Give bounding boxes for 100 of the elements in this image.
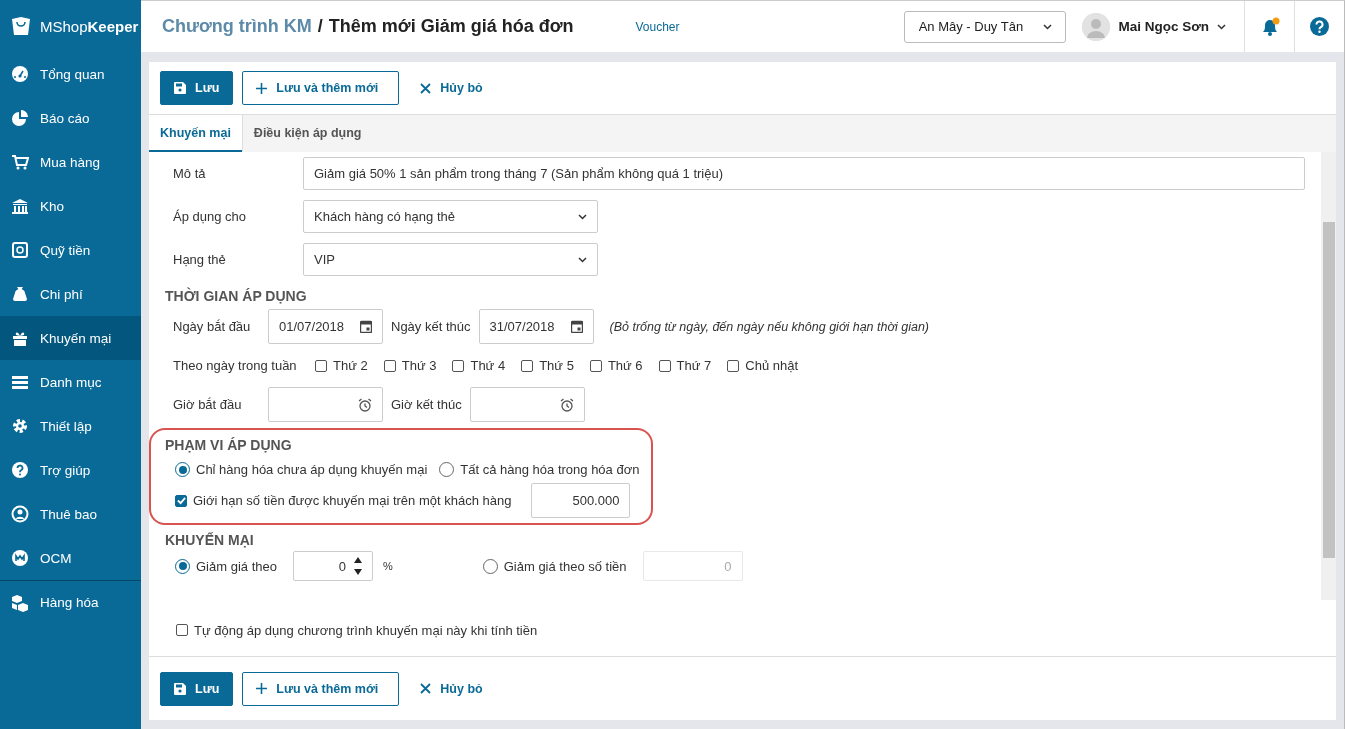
date-field[interactable]: 31/07/2018 xyxy=(478,309,594,344)
chevron-down-icon xyxy=(1217,23,1226,30)
chevron-down-icon xyxy=(578,256,587,263)
sidebar-item[interactable]: Thiết lập xyxy=(0,404,141,448)
field-label: Ngày bắt đầu xyxy=(172,319,252,334)
radio-label: Giảm giá theo số tiền xyxy=(503,558,627,574)
cancel-button[interactable]: Hủy bỏ xyxy=(408,671,495,706)
radio-label: Tất cả hàng hóa trong hóa đơn xyxy=(460,462,640,477)
list-icon xyxy=(11,373,29,391)
checkbox[interactable] xyxy=(315,359,327,372)
checkbox[interactable] xyxy=(727,359,740,372)
checkbox-label: Thứ 4 xyxy=(470,358,506,373)
sidebar-item[interactable]: Trợ giúp xyxy=(0,448,141,492)
chevron-down-icon xyxy=(1043,23,1053,30)
alarm-clock-icon xyxy=(358,397,372,412)
field-label: Giờ kết thúc xyxy=(390,397,463,412)
radio-button[interactable] xyxy=(439,462,455,477)
chevron-down-icon xyxy=(578,213,587,220)
checkbox-label: Giới hạn số tiền được khuyến mại trên một khách hàng xyxy=(193,493,512,508)
checkbox[interactable] xyxy=(383,359,396,372)
save-and-new-button[interactable]: Lưu và thêm mới xyxy=(242,71,400,105)
checkbox-label: Chủ nhật xyxy=(745,358,799,373)
field-label: Áp dụng cho xyxy=(172,209,247,224)
checkbox[interactable] xyxy=(176,624,188,636)
checkbox[interactable] xyxy=(521,359,534,372)
save-button[interactable]: Lưu xyxy=(160,671,234,706)
checkbox-label: Thứ 6 xyxy=(607,358,643,373)
amount-field[interactable]: 500.000 xyxy=(531,483,631,518)
save-and-new-button[interactable]: Lưu và thêm mới xyxy=(242,671,400,706)
date-field[interactable]: 01/07/2018 xyxy=(268,309,383,344)
field-label: Giờ bắt đầu xyxy=(172,397,243,412)
time-field[interactable] xyxy=(469,387,585,422)
cancel-button[interactable]: Hủy bỏ xyxy=(408,71,495,105)
save-icon xyxy=(174,682,186,695)
field-label: Hạng thẻ xyxy=(172,252,227,267)
time-field[interactable] xyxy=(268,387,383,422)
hint-text: (Bỏ trống từ ngày, đến ngày nếu không giới hạn thời gian) xyxy=(609,319,930,334)
checkbox-label: Thứ 3 xyxy=(401,358,437,373)
boxes-icon xyxy=(11,593,29,612)
radio-button[interactable] xyxy=(175,558,190,574)
sidebar-item[interactable]: Báo cáo xyxy=(0,96,141,140)
unit-label: % xyxy=(382,560,393,572)
checkbox-label: Thứ 5 xyxy=(539,358,574,373)
text-field[interactable]: Giảm giá 50% 1 sản phẩm trong tháng 7 (Sản phẩm không quá 1 triệu) xyxy=(303,157,1305,190)
checkbox[interactable] xyxy=(658,359,671,372)
bank-icon xyxy=(11,197,29,215)
breadcrumb-link[interactable]: Chương trình KM xyxy=(162,16,312,37)
section-title: THỜI GIAN ÁP DỤNG xyxy=(165,286,308,306)
sidebar-item[interactable]: Danh mục xyxy=(0,360,141,404)
section-title: KHUYẾN MẠI xyxy=(165,531,255,550)
money-bag-icon xyxy=(11,285,29,303)
pie-chart-icon xyxy=(11,109,29,127)
cart-icon xyxy=(11,153,29,171)
voucher-link[interactable]: Voucher xyxy=(635,19,680,34)
field-label: Theo ngày trong tuần xyxy=(172,358,298,373)
scrollbar[interactable] xyxy=(1321,152,1336,600)
sidebar-item[interactable]: Kho xyxy=(0,184,141,228)
radio-button[interactable] xyxy=(482,558,498,574)
plus-icon xyxy=(256,82,268,94)
field-label: Ngày kết thúc xyxy=(390,319,472,334)
save-button[interactable]: Lưu xyxy=(160,71,234,105)
close-icon xyxy=(420,683,432,694)
sidebar-item[interactable]: Mua hàng xyxy=(0,140,141,184)
circle-logo-icon xyxy=(11,549,29,567)
checkbox-label: Thứ 7 xyxy=(676,358,712,373)
help-icon[interactable] xyxy=(1310,17,1329,36)
help-icon xyxy=(11,461,29,479)
field-label: Mô tả xyxy=(172,166,207,181)
tab[interactable]: Khuyến mại xyxy=(149,115,242,152)
calendar-icon xyxy=(570,320,583,333)
radio-button[interactable] xyxy=(175,462,190,477)
breadcrumb-separator: / xyxy=(317,16,323,37)
calendar-icon xyxy=(360,320,372,333)
gauge-icon xyxy=(11,65,29,83)
sidebar-item[interactable]: Khuyến mại xyxy=(0,316,141,360)
checkbox[interactable] xyxy=(175,494,187,507)
sidebar-item[interactable]: Tổng quan xyxy=(0,52,141,96)
sidebar-item[interactable]: OCM xyxy=(0,536,141,580)
select-field[interactable]: VIP xyxy=(303,243,598,276)
sidebar-item[interactable]: Thuê bao xyxy=(0,492,141,536)
save-icon xyxy=(174,82,186,94)
section-title: PHẠM VI ÁP DỤNG xyxy=(165,436,293,455)
settings-icon xyxy=(11,417,29,435)
user-menu[interactable]: Mai Ngọc Sơn xyxy=(1082,12,1226,41)
radio-label: Giảm giá theo xyxy=(196,558,277,574)
number-field[interactable]: 0 xyxy=(292,551,373,581)
alarm-clock-icon xyxy=(559,397,574,412)
sidebar-item[interactable]: Chi phí xyxy=(0,272,141,316)
safe-icon xyxy=(11,241,29,259)
checkbox[interactable] xyxy=(452,359,465,372)
checkbox-label: Thứ 2 xyxy=(333,358,368,373)
checkbox-label: Tự động áp dụng chương trình khuyến mại này khi tính tiền xyxy=(194,622,538,638)
sidebar-item[interactable]: Quỹ tiền xyxy=(0,228,141,272)
radio-label: Chỉ hàng hóa chưa áp dụng khuyến mại xyxy=(196,462,428,477)
plus-icon xyxy=(256,683,268,694)
user-icon xyxy=(11,505,29,523)
select-field[interactable]: Khách hàng có hạng thẻ xyxy=(303,200,598,233)
tab[interactable]: Điều kiện áp dụng xyxy=(241,115,373,152)
store-select[interactable]: An Mây - Duy Tân xyxy=(904,10,1067,43)
checkbox[interactable] xyxy=(589,359,602,372)
